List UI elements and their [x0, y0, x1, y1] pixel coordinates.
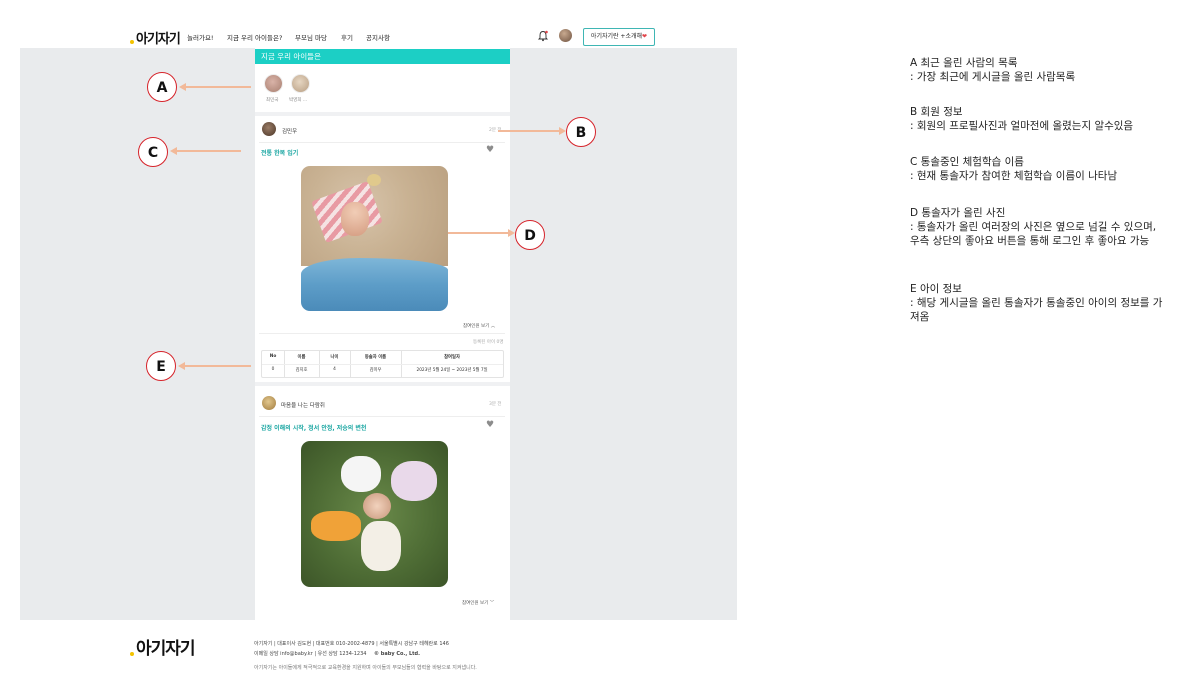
recent-user-avatar[interactable]: [264, 74, 283, 93]
footer-company-info: 아기자기 | 대표이사 김도현 | 대표번호 010-2002-4879 | 서…: [254, 641, 449, 647]
post-divider: [259, 142, 505, 143]
note-title: A 최근 올린 사람의 목록: [910, 57, 1018, 69]
annotation-arrow: [183, 365, 251, 367]
footer-contact-text: 이메일 상담 info@baby.kr | 유선 상담 1234-1234: [254, 651, 367, 657]
note-title: D 통솔자가 올린 사진: [910, 207, 1006, 219]
table-header-guide: 동솔자 이름: [364, 355, 387, 360]
post-divider: [259, 333, 505, 334]
note-body: : 통솔자가 올린 여러장의 사진은 옆으로 넘길 수 있으며, 우측 상단의 …: [910, 221, 1157, 247]
section-divider: [255, 112, 510, 116]
feed-banner: 지금 우리 아이들은: [255, 49, 510, 64]
site-logo[interactable]: 아기자기: [128, 28, 181, 47]
note-title: E 아이 정보: [910, 283, 962, 295]
table-cell-age: 4: [333, 367, 336, 372]
note-a: A 최근 올린 사람의 목록 : 가장 최근에 게시글을 올린 사람목록: [910, 56, 1170, 84]
annotation-marker-d: D: [515, 220, 545, 250]
join-button-label: 아기자기란 +소개해: [590, 33, 643, 40]
nav-item-parents[interactable]: 부모님 마당: [295, 32, 327, 42]
logo-dot: [130, 652, 134, 656]
photo-child: [361, 521, 401, 571]
note-title: B 회원 정보: [910, 106, 963, 118]
show-participants-label: 참여인원 보기: [462, 601, 489, 606]
logo-text: 아기자기: [136, 639, 196, 659]
recent-user-avatar[interactable]: [291, 74, 310, 93]
photo-child: [311, 511, 361, 541]
post-author-avatar[interactable]: [262, 396, 276, 410]
chevron-down-icon: ﹀: [489, 601, 495, 606]
like-heart-icon[interactable]: ♥: [486, 420, 494, 430]
note-d: D 통솔자가 올린 사진 : 통솔자가 올린 여러장의 사진은 옆으로 넘길 수…: [910, 206, 1168, 248]
recent-user-name: 최민국: [266, 98, 279, 103]
table-header-no: No: [269, 354, 277, 359]
logo-text: 아기자기: [136, 32, 181, 47]
post-photo[interactable]: [301, 166, 448, 311]
table-cell-name: 김지호: [295, 368, 308, 373]
post-time: 3분 전: [489, 402, 502, 407]
post-program-name[interactable]: 감정 이해의 시작, 정서 안정, 저승의 변천: [261, 423, 366, 432]
chevron-up-icon: ︿: [490, 324, 496, 329]
logo-dot: [130, 40, 134, 44]
note-e: E 아이 정보 : 해당 게시글을 올린 통솔자가 통솔중인 아이의 정보를 가…: [910, 282, 1168, 324]
note-title: C 통솔중인 체험학습 이름: [910, 156, 1024, 168]
annotation-arrow-head: [508, 229, 515, 237]
photo-baby: [341, 202, 369, 236]
note-body: : 가장 최근에 게시글을 올린 사람목록: [910, 71, 1076, 83]
note-c: C 통솔중인 체험학습 이름 : 현재 통솔자가 참여한 체험학습 이름이 나타…: [910, 155, 1170, 183]
nav-item-notice[interactable]: 공지사항: [366, 32, 390, 42]
show-participants-label: 참여인원 보기: [463, 324, 490, 329]
footer-copyright: © baby Co., Ltd.: [374, 651, 421, 657]
annotation-marker-b: B: [566, 117, 596, 147]
note-body: : 회원의 프로필사진과 얼마전에 올렸는지 알수있음: [910, 120, 1134, 132]
nav-item-kids-now[interactable]: 지금 우리 아이들은?: [227, 32, 282, 42]
post-divider: [259, 416, 505, 417]
table-header-name: 이름: [297, 355, 306, 360]
photo-child: [391, 461, 437, 501]
annotation-arrow: [175, 150, 241, 152]
table-row-divider: [262, 364, 503, 365]
footer-logo[interactable]: 아기자기: [128, 634, 196, 659]
user-avatar[interactable]: [559, 29, 572, 42]
participants-table: No 이름 나이 동솔자 이름 참여일자 0 김지호 4 김미우 2023년 5…: [261, 350, 504, 378]
table-header-date: 참여일자: [444, 355, 460, 360]
show-participants-toggle[interactable]: 참여인원 보기 ﹀: [462, 600, 494, 606]
table-cell-guide: 김미우: [369, 368, 382, 373]
heart-icon: ❤: [642, 33, 648, 40]
photo-water: [301, 258, 448, 311]
footer-description: 아기자기는 아이들에게 적극적으로 교육환경을 지원하며 아이들의 부모님들의 …: [254, 665, 477, 671]
post-author-name[interactable]: 마음을 나는 다람쥐: [281, 401, 325, 409]
registered-kids-count: 등록된 아이 0명: [473, 340, 504, 345]
nav-item-reviews[interactable]: 후기: [341, 32, 353, 42]
recent-user-name: 박영희 ...: [289, 98, 308, 103]
annotation-marker-a: A: [147, 72, 177, 102]
annotation-marker-e: E: [146, 351, 176, 381]
photo-hat: [367, 174, 381, 186]
annotation-arrow-head: [559, 127, 566, 135]
annotation-marker-c: C: [138, 137, 168, 167]
post-photo[interactable]: [301, 441, 448, 587]
annotation-arrow: [184, 86, 251, 88]
like-heart-icon[interactable]: ♥: [486, 145, 494, 155]
join-button[interactable]: 아기자기란 +소개해❤: [583, 28, 655, 46]
bell-icon[interactable]: [537, 30, 549, 42]
table-cell-no: 0: [271, 367, 275, 372]
annotation-arrow: [498, 130, 559, 132]
photo-child: [363, 493, 391, 519]
table-cell-date: 2023년 5월 24일 ~ 2023년 5월 7일: [416, 368, 488, 373]
table-header-age: 나이: [330, 355, 339, 360]
section-divider: [255, 382, 510, 386]
note-body: : 현재 통솔자가 참여한 체험학습 이름이 나타남: [910, 170, 1118, 182]
post-author-avatar[interactable]: [262, 122, 276, 136]
photo-child: [341, 456, 381, 492]
post-program-name[interactable]: 전통 한복 입기: [261, 148, 298, 157]
show-participants-toggle[interactable]: 참여인원 보기 ︿: [463, 323, 495, 329]
post-author-name[interactable]: 김민우: [282, 127, 297, 135]
nav-item-play[interactable]: 놀러가요!: [187, 32, 214, 42]
annotation-arrow: [448, 232, 508, 234]
footer-contact: 이메일 상담 info@baby.kr | 유선 상담 1234-1234 © …: [254, 650, 420, 657]
note-b: B 회원 정보 : 회원의 프로필사진과 얼마전에 올렸는지 알수있음: [910, 105, 1170, 133]
note-body: : 해당 게시글을 올린 통솔자가 통솔중인 아이의 정보를 가져옴: [910, 297, 1163, 323]
